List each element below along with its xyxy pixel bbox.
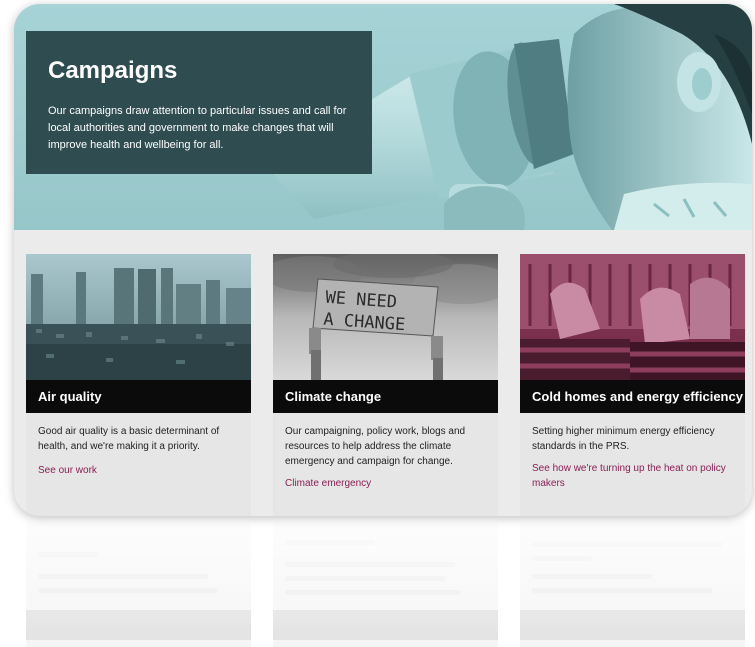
climate-emergency-link[interactable]: Climate emergency <box>285 476 490 491</box>
see-our-work-link[interactable]: See our work <box>38 463 243 478</box>
card-description: Good air quality is a basic determinant … <box>38 426 220 452</box>
card-title: Air quality <box>38 389 102 404</box>
campaign-card-climate-change[interactable]: WE NEED A CHANGE Climate change Our camp… <box>273 254 498 516</box>
campaign-card-air-quality[interactable]: Air quality Good air quality is a basic … <box>26 254 251 516</box>
hero-banner: Campaigns Our campaigns draw attention t… <box>14 4 752 230</box>
card-title-bar: Climate change <box>273 380 498 413</box>
page-title: Campaigns <box>48 57 178 84</box>
hands-on-radiator-photo <box>520 254 745 380</box>
reflection-card <box>273 522 498 647</box>
campaign-card-cold-homes[interactable]: Cold homes and energy efficiency Setting… <box>520 254 745 516</box>
reflection-card <box>520 522 745 647</box>
card-title-bar: Cold homes and energy efficiency <box>520 380 745 413</box>
hero-text-panel: Campaigns Our campaigns draw attention t… <box>26 31 372 174</box>
city-skyline-photo <box>26 254 251 380</box>
reflection-card <box>26 522 251 647</box>
page-reflection <box>14 522 752 647</box>
protest-sign-photo: WE NEED A CHANGE <box>273 254 498 380</box>
card-title: Cold homes and energy efficiency <box>532 389 743 404</box>
turning-up-heat-link[interactable]: See how we're turning up the heat on pol… <box>532 461 737 491</box>
campaign-cards: Air quality Good air quality is a basic … <box>26 254 752 516</box>
card-title-bar: Air quality <box>26 380 251 413</box>
card-description: Our campaigning, policy work, blogs and … <box>285 426 466 467</box>
card-description: Setting higher minimum energy efficiency… <box>532 426 715 452</box>
hero-description: Our campaigns draw attention to particul… <box>48 105 347 151</box>
card-title: Climate change <box>285 389 382 404</box>
campaigns-page: Campaigns Our campaigns draw attention t… <box>14 4 752 516</box>
